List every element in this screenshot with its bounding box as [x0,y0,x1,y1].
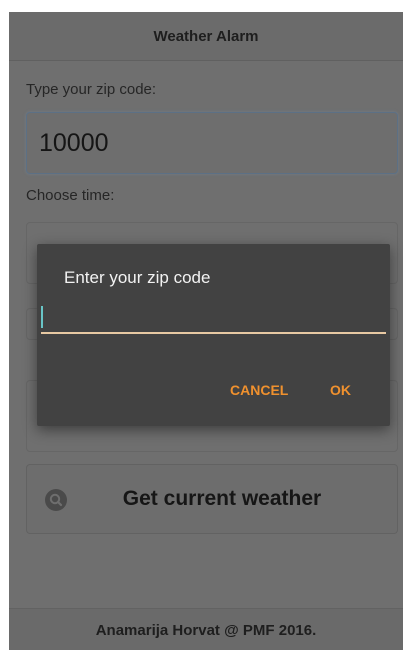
zip-code-dialog: Enter your zip code CANCEL OK [37,244,390,426]
zip-code-field[interactable]: 10000 [26,112,398,174]
cancel-button[interactable]: CANCEL [224,378,294,402]
ok-button[interactable]: OK [324,378,357,402]
app-title: Weather Alarm [9,12,403,61]
footer-credit: Anamarija Horvat @ PMF 2016. [9,608,403,650]
dialog-title: Enter your zip code [64,268,211,287]
zip-label: Type your zip code: [26,81,157,98]
time-label: Choose time: [26,187,115,204]
get-current-weather-button[interactable]: Get current weather [26,464,398,534]
text-cursor [41,306,43,328]
get-current-weather-label: Get current weather [122,487,322,510]
dialog-zip-input[interactable] [41,304,386,334]
